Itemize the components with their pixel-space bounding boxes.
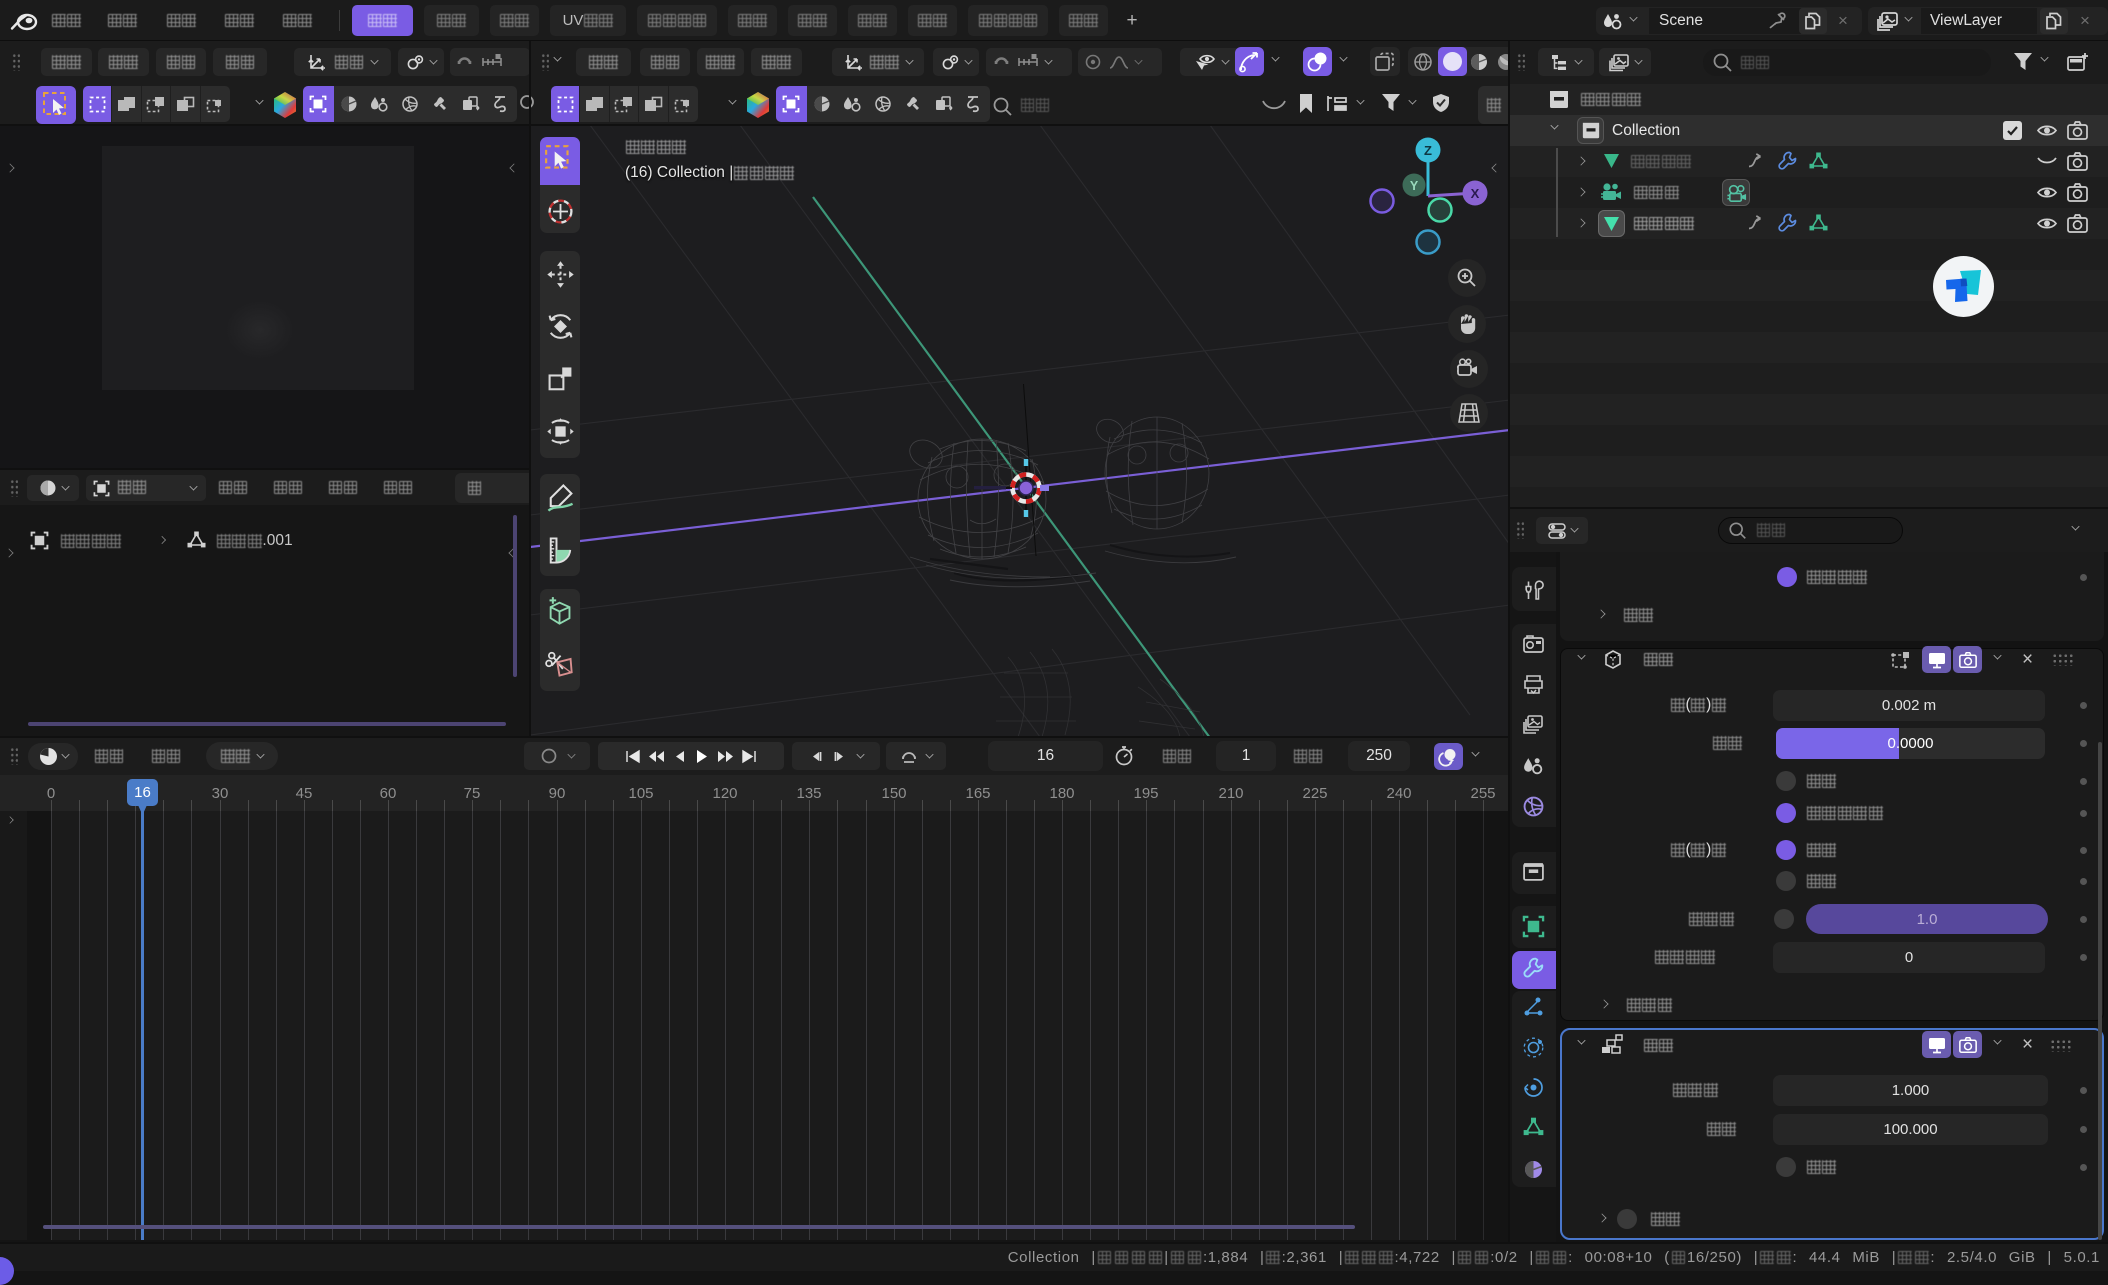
svg-text:Y: Y (1410, 179, 1419, 193)
svg-text:X: X (1471, 186, 1480, 201)
svg-text:Z: Z (1424, 143, 1432, 158)
